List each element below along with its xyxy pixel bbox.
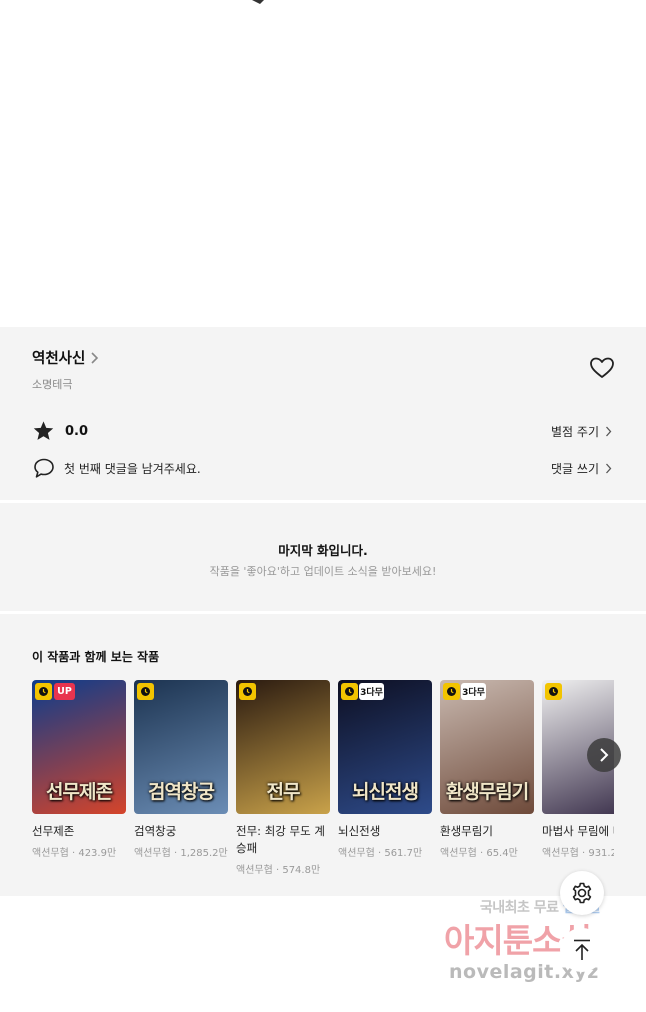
- recommendation-card[interactable]: 검역창궁 검역창궁 액션무협 · 1,285.2만: [134, 680, 228, 859]
- card-meta: 액션무협 · 574.8만: [236, 865, 321, 876]
- cover-image[interactable]: 선무제존 UP: [32, 680, 126, 814]
- chevron-right-icon: [91, 351, 99, 364]
- card-title: 선무제존: [32, 824, 75, 838]
- write-comment-label: 댓글 쓰기: [551, 462, 599, 476]
- comment-prompt-text: 첫 번째 댓글을 남겨주세요.: [64, 461, 201, 476]
- arrow-up-icon: [574, 939, 590, 960]
- clock-badge-icon: [35, 683, 52, 700]
- viewer-content-area: [0, 0, 646, 327]
- card-title: 전무: 최강 무도 계승패: [236, 824, 325, 855]
- clock-badge-icon: [137, 683, 154, 700]
- work-title: 역천사신: [32, 351, 86, 367]
- cover-image[interactable]: 뇌신전생 3다무: [338, 680, 432, 814]
- recommendation-card[interactable]: 전무전무: 최강 무도 계승패액션무협 · 574.8만: [236, 680, 330, 876]
- card-meta: 액션무협 · 1,285.2만: [134, 848, 228, 859]
- recommendation-card[interactable]: 선무제존 UP 선무제존액션무협 · 423.9만: [32, 680, 126, 859]
- card-title: 검역창궁: [134, 824, 177, 838]
- clock-badge-icon: [545, 683, 562, 700]
- carousel-next-button[interactable]: [587, 738, 621, 772]
- card-meta: 액션무협 · 423.9만: [32, 848, 117, 859]
- card-meta: 액션무협 · 931.2만: [542, 848, 614, 859]
- heart-outline-icon[interactable]: [589, 356, 615, 380]
- work-title-link[interactable]: 역천사신: [32, 347, 99, 368]
- comment-prompt-row: 첫 번째 댓글을 남겨주세요.: [33, 457, 201, 479]
- last-episode-subtitle: 작품을 '좋아요'하고 업데이트 소식을 받아보세요!: [209, 565, 437, 578]
- recommendations-section: 이 작품과 함께 보는 작품 선무제존 UP 선무제존액션무협 · 423.9만 검역…: [0, 614, 646, 896]
- scroll-top-button[interactable]: [560, 928, 604, 972]
- star-filled-icon: [33, 421, 54, 440]
- work-author: 소명테극: [32, 378, 73, 391]
- settings-button[interactable]: [560, 871, 604, 915]
- work-info-section: 역천사신 소명테극 0.0 별점 주기 첫 번째 댓글을 남겨주세요. 댓글 쓰…: [0, 327, 646, 500]
- chevron-right-icon: [606, 463, 612, 474]
- rating-row: 0.0: [32, 420, 88, 442]
- cover-title-art: 선무제존: [46, 781, 113, 803]
- rate-button[interactable]: 별점 주기: [551, 423, 612, 440]
- cover-image[interactable]: 검역창궁: [134, 680, 228, 814]
- free-episodes-badge: 3다무: [461, 683, 486, 700]
- cover-title-art: 환생무림기: [445, 781, 529, 803]
- rating-score: 0.0: [65, 423, 89, 439]
- last-episode-notice: 마지막 화입니다. 작품을 '좋아요'하고 업데이트 소식을 받아보세요!: [0, 503, 646, 611]
- card-title: 마법사 무림에 다: [542, 824, 614, 838]
- gear-icon: [572, 882, 592, 904]
- image-fragment: [252, 0, 264, 4]
- card-title: 환생무림기: [440, 824, 493, 838]
- cover-title-art: 뇌신전생: [352, 781, 419, 803]
- chevron-right-icon: [600, 748, 609, 762]
- cover-title-art: 검역창궁: [148, 781, 215, 803]
- recommendations-heading: 이 작품과 함께 보는 작품: [32, 650, 160, 664]
- free-episodes-badge: 3다무: [359, 683, 384, 700]
- speech-bubble-icon: [34, 458, 54, 478]
- page: 역천사신 소명테극 0.0 별점 주기 첫 번째 댓글을 남겨주세요. 댓글 쓰…: [0, 0, 646, 1012]
- up-badge: UP: [54, 683, 75, 700]
- recommendation-card[interactable]: 환생무림기 3다무환생무림기액션무협 · 65.4만: [440, 680, 534, 859]
- cover-image[interactable]: 환생무림기 3다무: [440, 680, 534, 814]
- write-comment-button[interactable]: 댓글 쓰기: [551, 460, 612, 477]
- clock-badge-icon: [239, 683, 256, 700]
- card-title: 뇌신전생: [338, 824, 381, 838]
- clock-badge-icon: [341, 683, 358, 700]
- card-meta: 액션무협 · 65.4만: [440, 848, 518, 859]
- card-meta: 액션무협 · 561.7만: [338, 848, 423, 859]
- recommendation-carousel: 선무제존 UP 선무제존 액션무협 · 423.9만 검역창궁 검역창궁 액션무협 · 1,…: [32, 680, 614, 896]
- last-episode-title: 마지막 화입니다.: [278, 543, 368, 558]
- cover-image[interactable]: 전무: [236, 680, 330, 814]
- recommendation-card[interactable]: 뇌신전생 3다무뇌신전생액션무협 · 561.7만: [338, 680, 432, 859]
- cover-title-art: 전무: [266, 781, 301, 803]
- clock-badge-icon: [443, 683, 460, 700]
- chevron-right-icon: [606, 426, 612, 437]
- rate-button-label: 별점 주기: [551, 425, 599, 439]
